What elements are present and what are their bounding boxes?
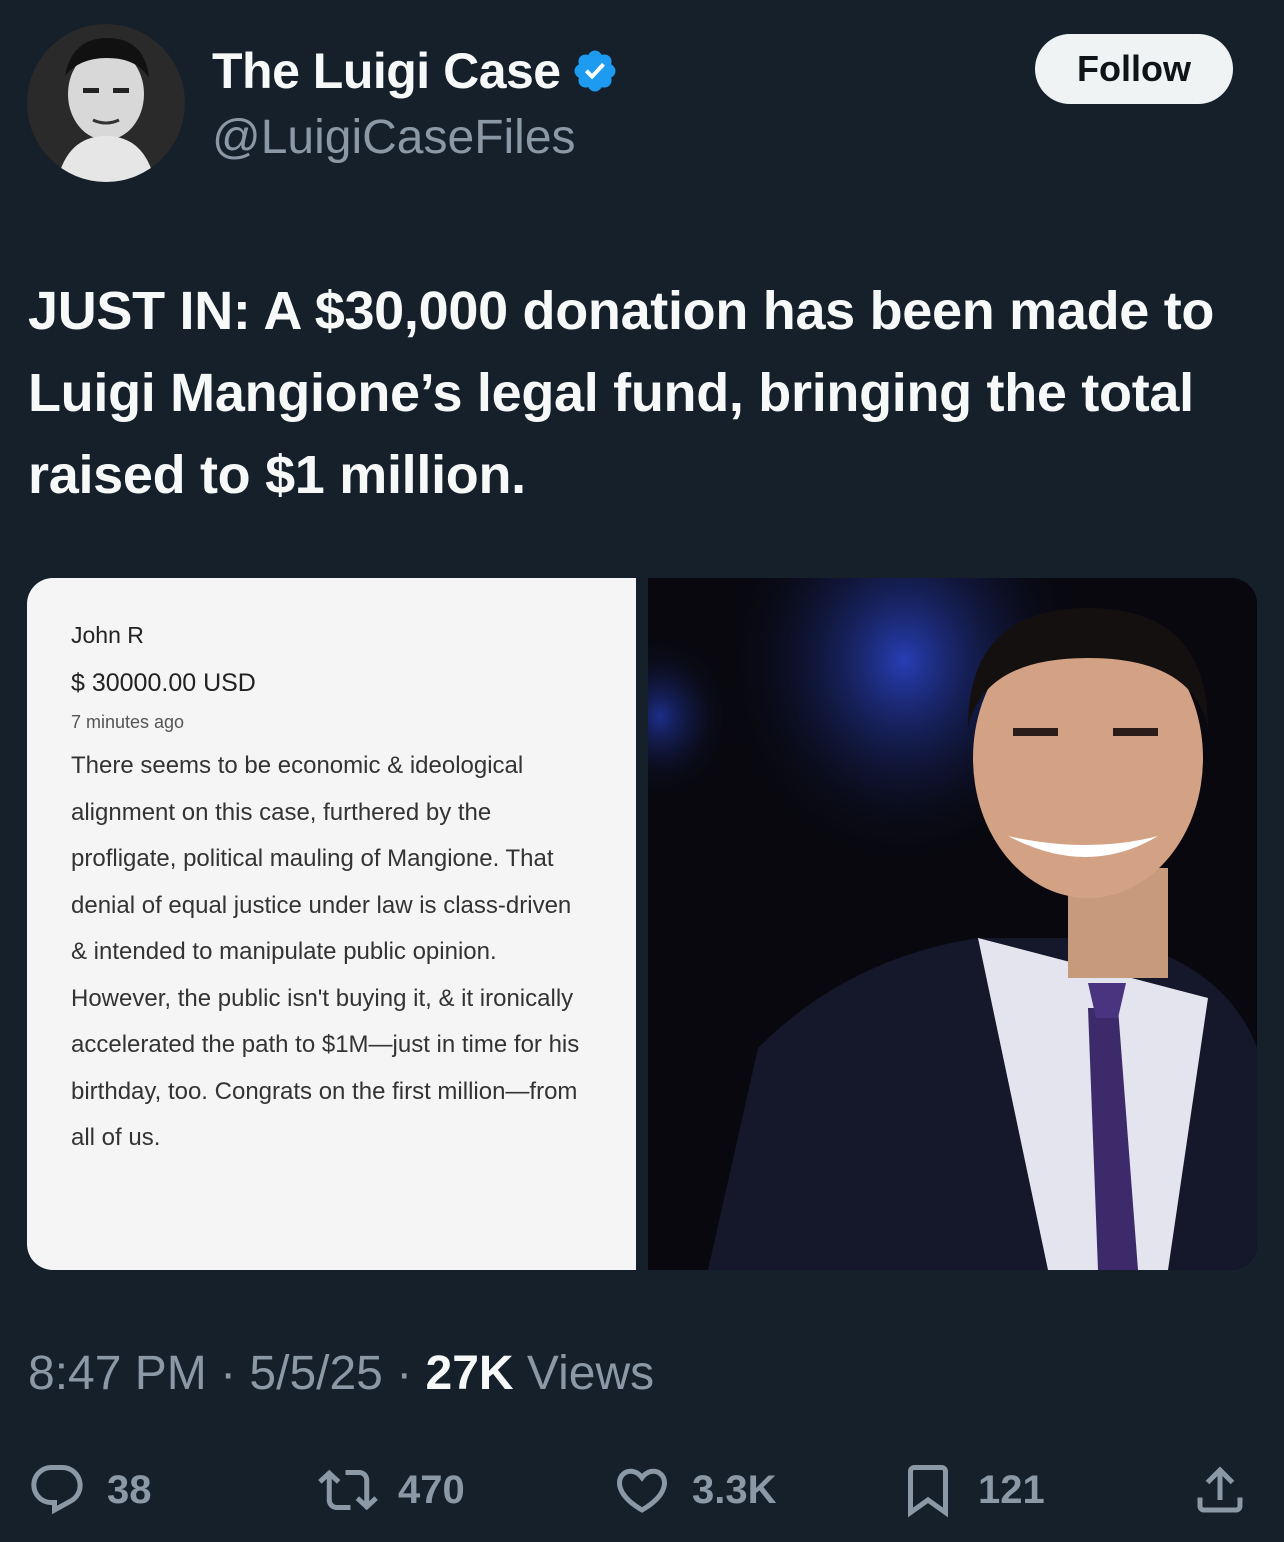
- bookmark-button[interactable]: 121: [898, 1460, 1045, 1520]
- tweet-text: JUST IN: A $30,000 donation has been mad…: [28, 281, 1215, 505]
- reply-button[interactable]: 38: [27, 1460, 152, 1520]
- meta-separator: ·: [382, 1347, 426, 1400]
- like-count: 3.3K: [692, 1467, 777, 1512]
- portrait-photo[interactable]: [648, 578, 1257, 1270]
- tweet-actions: 38 470 3.3K 121: [0, 1450, 1284, 1530]
- like-button[interactable]: 3.3K: [612, 1460, 777, 1520]
- donation-screenshot[interactable]: John R $ 30000.00 USD 7 minutes ago Ther…: [27, 578, 636, 1270]
- avatar-portrait-icon: [27, 24, 185, 182]
- follow-button[interactable]: Follow: [1035, 34, 1233, 104]
- repost-icon: [318, 1469, 378, 1511]
- donation-time: 7 minutes ago: [71, 712, 185, 732]
- heart-icon: [616, 1468, 668, 1513]
- tweet-media[interactable]: John R $ 30000.00 USD 7 minutes ago Ther…: [27, 578, 1257, 1270]
- share-button[interactable]: [1190, 1460, 1250, 1520]
- bookmark-icon: [908, 1465, 948, 1518]
- author-display-name[interactable]: The Luigi Case: [212, 42, 561, 100]
- reply-count: 38: [107, 1467, 152, 1512]
- meta-separator: ·: [206, 1347, 250, 1400]
- views-label: Views: [513, 1347, 655, 1400]
- repost-count: 470: [398, 1467, 465, 1512]
- author-name-row[interactable]: The Luigi Case: [212, 42, 619, 100]
- bookmark-count: 121: [978, 1467, 1045, 1512]
- donor-name: John R: [71, 622, 144, 648]
- donation-message: There seems to be economic & ideological…: [71, 752, 580, 1151]
- portrait-photo-image: [648, 578, 1257, 1270]
- views-count: 27K: [425, 1347, 514, 1400]
- verified-badge-icon: [574, 50, 616, 92]
- author-handle[interactable]: @LuigiCaseFiles: [212, 110, 576, 165]
- share-icon: [1197, 1466, 1243, 1513]
- repost-button[interactable]: 470: [318, 1460, 465, 1520]
- tweet-date[interactable]: 5/5/25: [249, 1346, 382, 1401]
- tweet-time[interactable]: 8:47 PM: [28, 1346, 207, 1401]
- donation-amount: $ 30000.00 USD: [71, 669, 256, 697]
- reply-icon: [31, 1465, 83, 1515]
- tweet-meta: 8:47 PM · 5/5/25 · 27K Views: [28, 1346, 654, 1401]
- avatar[interactable]: [27, 24, 185, 182]
